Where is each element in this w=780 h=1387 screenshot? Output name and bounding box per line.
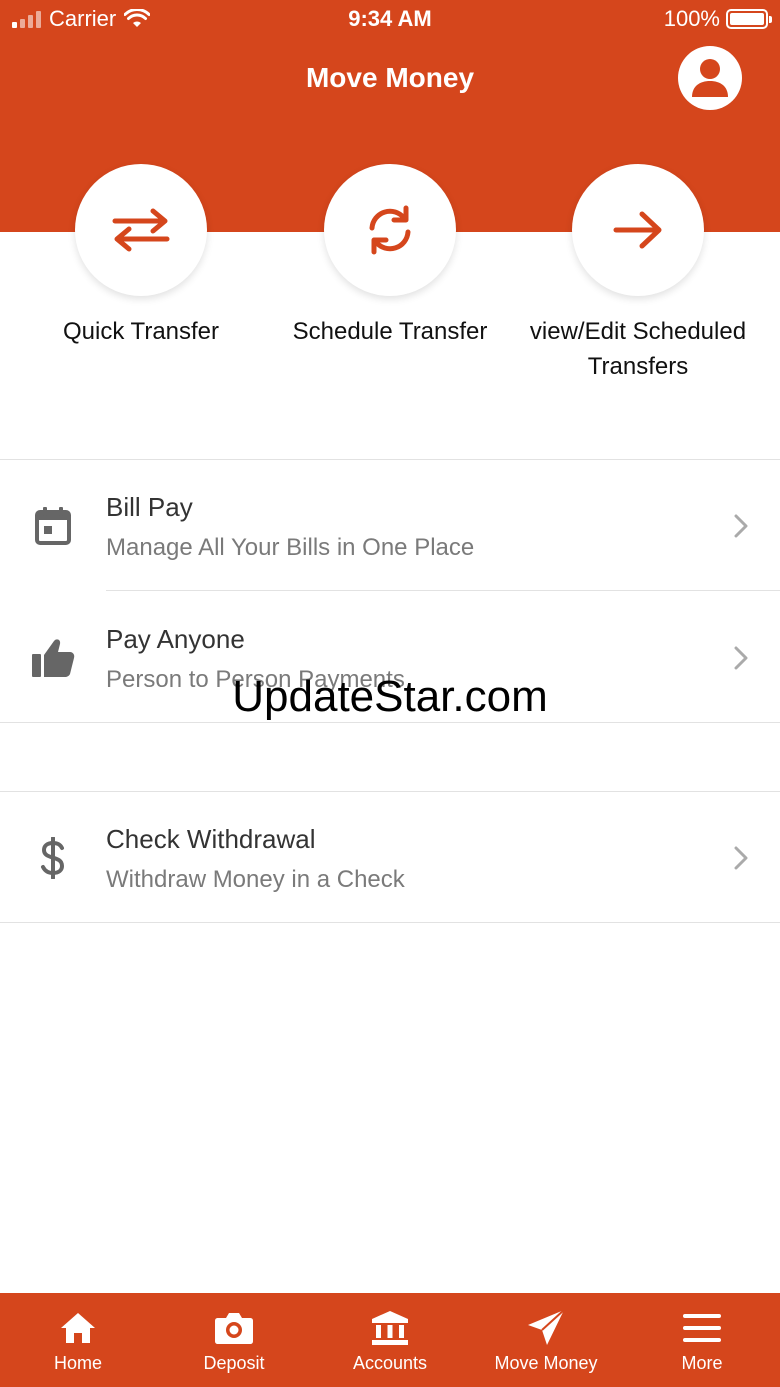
divider — [106, 590, 780, 591]
schedule-transfer-label: Schedule Transfer — [266, 314, 514, 349]
divider — [0, 922, 780, 923]
home-icon — [61, 1313, 95, 1343]
arrow-right-icon — [613, 211, 662, 249]
camera-icon — [215, 1313, 253, 1344]
list-item-subtitle: Manage All Your Bills in One Place — [106, 534, 475, 561]
chevron-right-icon — [734, 846, 748, 870]
schedule-transfer-button[interactable]: Schedule Transfer — [266, 164, 514, 349]
page-title: Move Money — [305, 62, 475, 93]
schedule-transfer-circle[interactable] — [324, 164, 456, 296]
calendar-icon — [28, 504, 78, 548]
user-circle-icon — [692, 59, 728, 97]
list-item-pay-anyone[interactable]: Pay Anyone Person to Person Payments — [0, 592, 780, 722]
tab-bar: Home Deposit Accounts Move Money More — [0, 1293, 780, 1387]
tab-accounts[interactable]: Accounts — [312, 1293, 468, 1387]
status-right: 100% — [663, 6, 772, 32]
schedule-transfer-text: Schedule Transfer — [292, 318, 488, 345]
list-item-subtitle: Person to Person Payments — [106, 666, 405, 693]
tab-more[interactable]: More — [624, 1293, 780, 1387]
quick-transfer-circle[interactable] — [75, 164, 207, 296]
divider — [0, 722, 780, 723]
quick-transfer-button[interactable]: Quick Transfer — [17, 164, 265, 349]
profile-button[interactable] — [678, 46, 742, 110]
view-edit-scheduled-label: view/Edit Scheduled Transfers — [514, 314, 762, 384]
bank-icon — [372, 1311, 408, 1345]
tab-deposit[interactable]: Deposit — [156, 1293, 312, 1387]
chevron-right-icon — [734, 514, 748, 538]
view-edit-scheduled-button[interactable]: view/Edit Scheduled Transfers — [514, 164, 762, 384]
dollar-icon — [28, 836, 78, 880]
tab-label: Move Money — [494, 1353, 598, 1373]
list-item-check-withdrawal[interactable]: Check Withdrawal Withdraw Money in a Che… — [0, 792, 780, 922]
tab-home[interactable]: Home — [0, 1293, 156, 1387]
status-bar: Carrier 9:34 AM 100% — [0, 0, 780, 40]
view-edit-scheduled-text: view/Edit Scheduled Transfers — [529, 318, 747, 380]
list-item-subtitle: Withdraw Money in a Check — [106, 866, 405, 893]
tab-move-money[interactable]: Move Money — [468, 1293, 624, 1387]
view-edit-scheduled-circle[interactable] — [572, 164, 704, 296]
refresh-icon — [369, 205, 411, 255]
battery-icon — [726, 9, 772, 29]
list-item-title: Check Withdrawal — [106, 824, 316, 854]
tab-label: Accounts — [352, 1353, 428, 1373]
tab-label: More — [681, 1353, 723, 1373]
swap-arrows-icon — [112, 208, 170, 252]
chevron-right-icon — [734, 646, 748, 670]
tab-label: Home — [53, 1353, 102, 1373]
thumbs-up-icon — [28, 636, 78, 680]
send-icon — [528, 1309, 565, 1345]
list-item-bill-pay[interactable]: Bill Pay Manage All Your Bills in One Pl… — [0, 460, 780, 590]
battery-percent: 100% — [663, 6, 720, 31]
menu-icon — [683, 1314, 721, 1342]
tab-label: Deposit — [203, 1353, 265, 1373]
list-item-title: Bill Pay — [106, 492, 193, 522]
list-item-title: Pay Anyone — [106, 624, 245, 654]
quick-transfer-label: Quick Transfer — [62, 318, 220, 345]
